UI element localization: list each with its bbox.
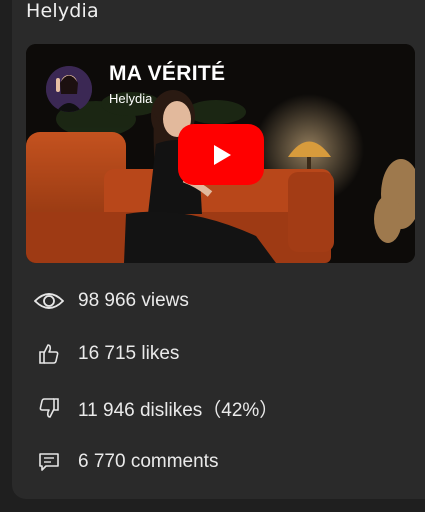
comments-count: 6 770 comments (78, 451, 219, 472)
channel-title: Helydia (26, 0, 99, 22)
dislikes-stat: 11 946 dislikes（42%） (34, 393, 278, 423)
video-channel-name[interactable]: Helydia (109, 91, 152, 106)
comment-icon (34, 447, 64, 477)
likes-stat: 16 715 likes (34, 339, 179, 369)
video-title[interactable]: MA VÉRITÉ (109, 62, 225, 86)
thumbs-down-icon (34, 393, 64, 423)
views-stat: 98 966 views (34, 286, 189, 316)
play-button[interactable] (178, 124, 264, 185)
video-thumbnail[interactable]: MA VÉRITÉ Helydia (26, 44, 415, 263)
views-count: 98 966 views (78, 290, 189, 311)
likes-count: 16 715 likes (78, 343, 180, 364)
thumbs-up-icon (34, 339, 64, 369)
dislikes-count: 11 946 dislikes（42%） (78, 399, 279, 421)
channel-avatar[interactable] (46, 66, 92, 112)
play-icon (214, 144, 231, 165)
eye-icon (34, 286, 64, 316)
avatar-image (46, 66, 92, 112)
comments-stat: 6 770 comments (34, 447, 218, 477)
